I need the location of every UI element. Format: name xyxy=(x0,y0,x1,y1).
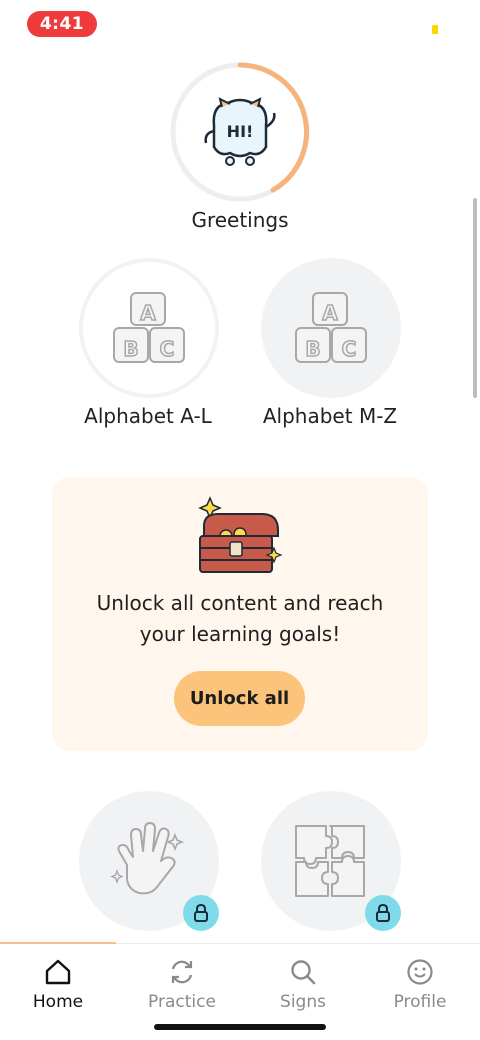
nav-home[interactable]: Home xyxy=(0,958,118,1018)
ghost-hi-icon: HI! xyxy=(204,97,276,166)
svg-text:B: B xyxy=(123,337,138,361)
lesson-locked-2[interactable] xyxy=(261,791,401,931)
lock-icon xyxy=(194,904,208,922)
treasure-chest-icon xyxy=(198,496,283,573)
home-indicator[interactable] xyxy=(154,1024,326,1030)
promo-line-1: Unlock all content and reach xyxy=(96,591,384,615)
lesson-label-alphabet-m-z: Alphabet M-Z xyxy=(262,404,398,428)
scrollbar[interactable] xyxy=(473,198,477,398)
lesson-greetings[interactable]: HI! xyxy=(170,62,310,202)
waving-hand-icon xyxy=(110,822,185,895)
status-time: 4:41 xyxy=(27,11,97,37)
puzzle-icon xyxy=(295,825,365,897)
promo-line-2: your learning goals! xyxy=(139,622,341,646)
svg-text:C: C xyxy=(342,337,357,361)
lock-icon xyxy=(376,904,390,922)
nav-label-home: Home xyxy=(32,992,84,1012)
nav-label-profile: Profile xyxy=(393,992,447,1012)
nav-profile[interactable]: Profile xyxy=(360,958,480,1018)
nav-practice[interactable]: Practice xyxy=(122,958,242,1018)
nav-label-signs: Signs xyxy=(280,992,326,1012)
svg-text:B: B xyxy=(305,337,320,361)
abc-blocks-icon: A B C xyxy=(295,292,367,363)
svg-text:C: C xyxy=(160,337,175,361)
svg-text:A: A xyxy=(322,301,338,325)
promo-message: Unlock all content and reach your learni… xyxy=(52,588,428,650)
nav-progress-line xyxy=(0,942,116,944)
recording-indicator xyxy=(432,25,438,34)
abc-blocks-icon: A B C xyxy=(113,292,185,363)
home-icon xyxy=(45,959,71,985)
lock-badge xyxy=(365,895,401,931)
unlock-all-button[interactable]: Unlock all xyxy=(174,671,305,726)
svg-text:HI!: HI! xyxy=(227,122,254,141)
nav-label-practice: Practice xyxy=(148,992,216,1012)
lesson-locked-1[interactable] xyxy=(79,791,219,931)
lesson-label-greetings: Greetings xyxy=(191,208,289,232)
refresh-icon xyxy=(171,960,193,984)
search-icon xyxy=(291,960,316,985)
svg-text:A: A xyxy=(140,301,156,325)
lock-badge xyxy=(183,895,219,931)
lesson-alphabet-m-z[interactable]: A B C xyxy=(261,258,401,398)
lesson-alphabet-a-l[interactable]: A B C xyxy=(79,258,219,398)
nav-signs[interactable]: Signs xyxy=(243,958,363,1018)
lesson-label-alphabet-a-l: Alphabet A-L xyxy=(84,404,212,428)
smiley-icon xyxy=(407,959,433,985)
